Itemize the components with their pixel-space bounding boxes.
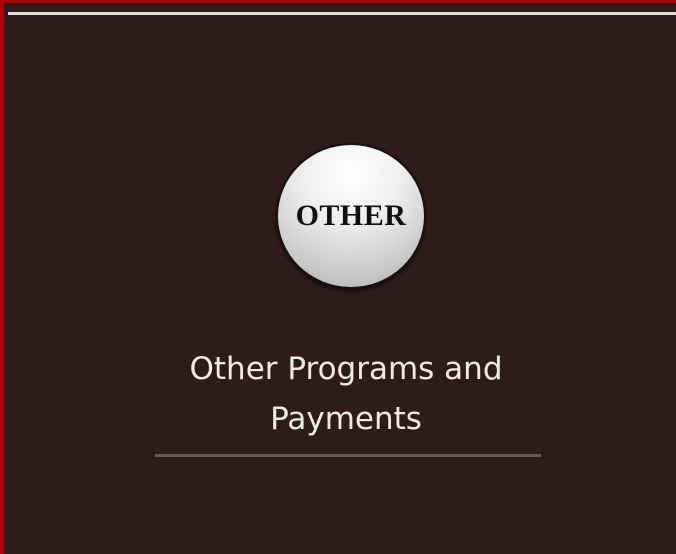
other-badge-icon: OTHER bbox=[276, 143, 426, 289]
card-title-line-1: Other Programs and bbox=[189, 351, 503, 387]
card-title-line-2: Payments bbox=[270, 401, 422, 437]
page-frame: OTHER Other Programs and Payments bbox=[0, 0, 676, 554]
title-underline bbox=[155, 454, 541, 457]
other-programs-card[interactable]: OTHER Other Programs and Payments bbox=[8, 15, 676, 554]
badge-label: OTHER bbox=[295, 199, 407, 232]
